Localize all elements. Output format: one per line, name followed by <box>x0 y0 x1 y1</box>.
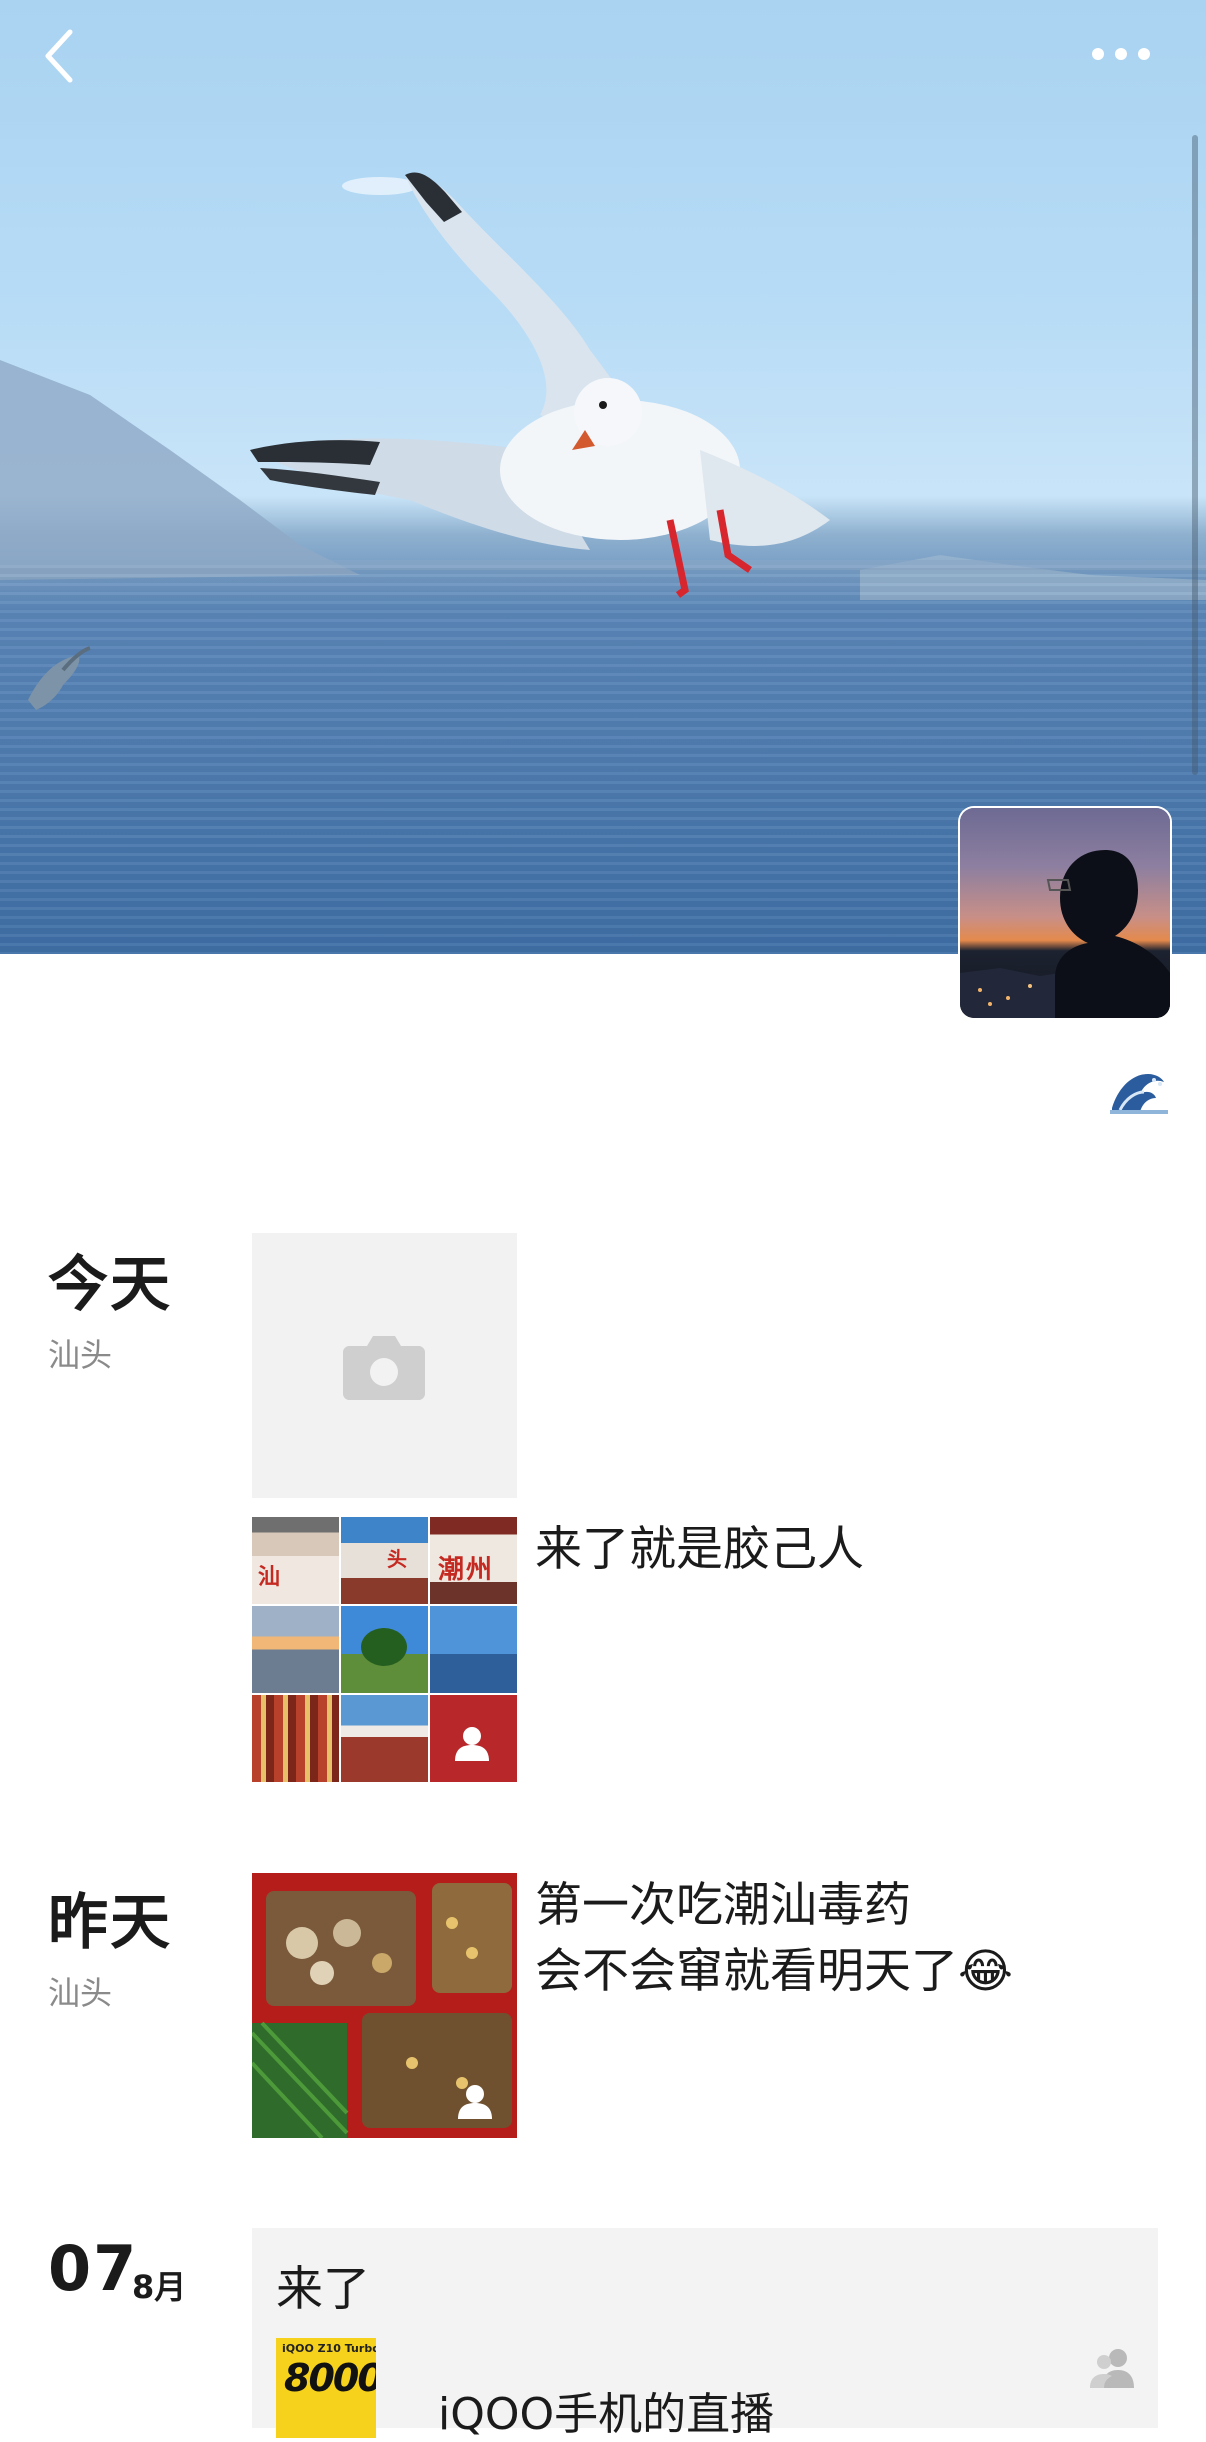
share-link-title: iQOO手机的直播 <box>438 2389 775 2440</box>
grid-photo-label: 汕 <box>258 1565 281 1590</box>
scrollbar[interactable] <box>1192 135 1198 775</box>
more-button[interactable] <box>1086 36 1156 72</box>
grid-photo[interactable]: 汕 <box>252 1517 339 1604</box>
more-dots-icon <box>1092 48 1150 60</box>
date-day-today: 今天 <box>48 1250 172 1320</box>
person-group-icon <box>1090 2349 1134 2388</box>
share-thumb-caption: iQOO Z10 Turbo+ <box>282 2342 376 2355</box>
photo-grid[interactable]: 汕 头 潮州 <box>252 1517 517 1782</box>
date-day-yesterday: 昨天 <box>48 1888 172 1958</box>
share-thumbnail: iQOO Z10 Turbo+ 8000 <box>276 2338 376 2438</box>
date-day-07: 07 <box>48 2232 139 2305</box>
grid-photo[interactable] <box>341 1606 428 1693</box>
grid-photo[interactable]: 头 <box>341 1517 428 1604</box>
food-photo[interactable] <box>252 1873 517 2138</box>
chevron-left-icon <box>45 29 73 83</box>
small-seagull <box>28 646 91 710</box>
post-text: 来了 <box>276 2262 370 2317</box>
camera-icon <box>343 1336 425 1400</box>
post-text-line2[interactable]: 会不会窜就看明天了😂 <box>535 1940 1013 2004</box>
wave-emoji-icon <box>1110 1068 1168 1114</box>
grid-photo-label: 潮州 <box>438 1555 495 1585</box>
grid-photo[interactable] <box>252 1695 339 1782</box>
avatar-silhouette <box>960 850 1170 1018</box>
avatar[interactable] <box>960 808 1170 1018</box>
post-location[interactable]: 汕头 <box>48 1330 112 1376</box>
seagull-image <box>250 172 830 598</box>
grid-photo[interactable]: 潮州 <box>430 1517 517 1604</box>
grid-photo[interactable] <box>252 1606 339 1693</box>
back-button[interactable] <box>40 26 88 90</box>
post-text[interactable]: 来了就是胶己人 <box>535 1518 864 1582</box>
post-location[interactable]: 汕头 <box>48 1968 112 2014</box>
grid-photo-label: 头 <box>387 1547 407 1571</box>
share-thumb-number: 8000 <box>284 2356 376 2400</box>
grid-photo[interactable] <box>341 1695 428 1782</box>
grid-photo[interactable] <box>430 1606 517 1693</box>
date-month: 8月 <box>132 2268 187 2306</box>
grid-photo[interactable] <box>430 1695 517 1782</box>
shared-link-card[interactable]: 来了 iQOO Z10 Turbo+ 8000 iQOO手机的直播 <box>252 2228 1158 2440</box>
post-text-line1[interactable]: 第一次吃潮汕毒药 <box>535 1874 911 1938</box>
person-tag-icon <box>458 2085 492 2119</box>
person-tag-icon <box>455 1727 489 1761</box>
